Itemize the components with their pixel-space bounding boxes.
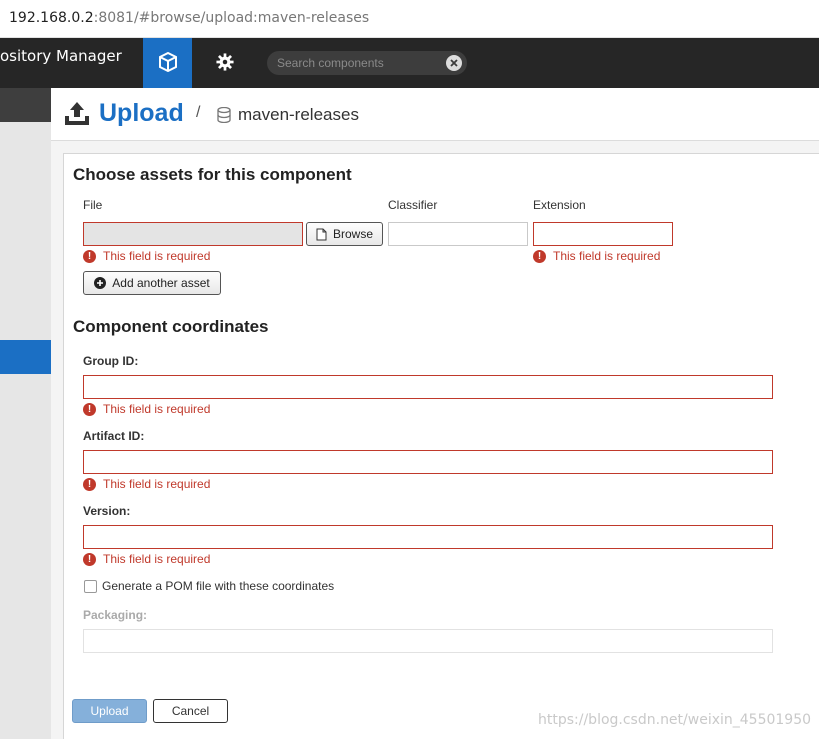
packaging-field[interactable] (83, 629, 773, 653)
file-label: File (83, 198, 103, 212)
gear-icon (216, 52, 234, 74)
classifier-label: Classifier (388, 198, 438, 212)
generate-pom-label[interactable]: Generate a POM file with these coordinat… (102, 579, 334, 593)
browse-button-label: Browse (332, 227, 373, 241)
sidebar-item-upload[interactable] (0, 340, 51, 374)
packaging-label: Packaging: (83, 608, 148, 622)
breadcrumb-repository[interactable]: maven-releases (238, 105, 359, 125)
extension-error: ! This field is required (533, 249, 660, 263)
watermark: https://blog.csdn.net/weixin_45501950 (538, 712, 812, 728)
plus-circle-icon (94, 277, 107, 289)
extension-field[interactable] (533, 222, 673, 246)
browse-mode-button[interactable] (143, 38, 192, 88)
url-text[interactable]: 192.168.0.2:8081/#browse/upload:maven-re… (9, 10, 369, 26)
upload-form-panel: Choose assets for this component File Cl… (63, 153, 819, 739)
artifact-id-field[interactable] (83, 450, 773, 474)
page-title: Upload (99, 99, 184, 127)
page-header: Upload / maven-releases (51, 88, 819, 141)
browse-button[interactable]: Browse (306, 222, 383, 246)
search-input[interactable] (277, 54, 442, 72)
browser-url-bar[interactable]: 192.168.0.2:8081/#browse/upload:maven-re… (0, 0, 819, 38)
upload-button[interactable]: Upload (72, 699, 147, 723)
file-field[interactable] (83, 222, 303, 246)
group-id-field[interactable] (83, 375, 773, 399)
app-title: ository Manager (0, 47, 122, 65)
group-id-error: ! This field is required (83, 402, 210, 416)
file-icon (316, 228, 327, 241)
coordinates-section-title: Component coordinates (73, 317, 269, 336)
cancel-button[interactable]: Cancel (153, 699, 228, 723)
artifact-id-label: Artifact ID: (83, 429, 145, 443)
search-box (267, 51, 467, 75)
sidebar (0, 88, 51, 739)
error-icon: ! (533, 249, 546, 263)
breadcrumb-separator: / (196, 104, 201, 121)
upload-icon (64, 100, 90, 129)
version-error: ! This field is required (83, 552, 210, 566)
classifier-field[interactable] (388, 222, 528, 246)
group-id-label: Group ID: (83, 354, 139, 368)
artifact-id-error: ! This field is required (83, 477, 210, 491)
add-another-asset-label: Add another asset (112, 276, 210, 290)
extension-label: Extension (533, 198, 586, 212)
file-error: ! This field is required (83, 249, 210, 263)
error-icon: ! (83, 249, 96, 263)
main-content: Upload / maven-releases Choose assets fo… (51, 88, 819, 739)
assets-section-title: Choose assets for this component (73, 165, 352, 184)
database-icon (217, 106, 231, 126)
clear-search-icon[interactable] (446, 55, 462, 71)
app-header: ository Manager (0, 38, 819, 88)
generate-pom-checkbox[interactable] (84, 580, 97, 593)
error-icon: ! (83, 552, 96, 566)
cube-icon (158, 51, 178, 75)
sidebar-header (0, 88, 51, 122)
error-icon: ! (83, 477, 96, 491)
version-field[interactable] (83, 525, 773, 549)
admin-mode-button[interactable] (203, 38, 247, 88)
add-another-asset-button[interactable]: Add another asset (83, 271, 221, 295)
version-label: Version: (83, 504, 131, 518)
error-icon: ! (83, 402, 96, 416)
